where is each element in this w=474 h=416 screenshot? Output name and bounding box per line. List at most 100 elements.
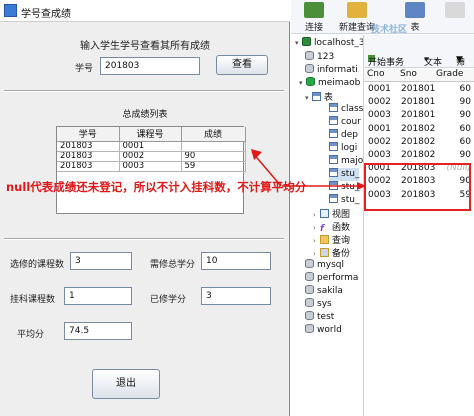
window-title: 学号查成绩 xyxy=(21,9,71,20)
student-id-input[interactable]: 201803 xyxy=(100,57,200,75)
table-row[interactable]: 201803 0001 xyxy=(57,141,246,152)
grid-cell[interactable]: 201802 xyxy=(401,150,435,163)
table-row[interactable]: 201803 0003 59 xyxy=(57,161,246,172)
tree-node-db[interactable]: world xyxy=(305,324,342,337)
tree-node-table[interactable]: stu_ xyxy=(329,181,359,194)
grade-query-window: 学号查成绩 输入学生学号查看其所有成绩 学号 201803 查看 总成绩列表 学… xyxy=(0,0,290,416)
grid-cell[interactable]: 60 xyxy=(433,124,471,137)
table-icon xyxy=(329,155,338,164)
tree-node-table[interactable]: majo xyxy=(329,155,363,168)
grades-table-scrollpane[interactable]: 学号 课程号 成绩 201803 0001 201803 0002 90 201… xyxy=(56,126,246,214)
grades-title: 总成绩列表 xyxy=(122,110,168,120)
new-query-icon xyxy=(347,2,367,18)
tree-node-db[interactable]: 123 xyxy=(305,51,334,64)
grid-col-grade[interactable]: Grade xyxy=(433,69,474,82)
required-credits-label: 需修总学分 xyxy=(150,260,196,270)
tree-node-tables-folder[interactable]: ▾ 表 xyxy=(305,90,333,103)
failed-count-field[interactable]: 1 xyxy=(64,287,132,305)
connect-button[interactable]: 连接 xyxy=(299,2,329,33)
grid-cell[interactable]: 201801 xyxy=(401,97,435,110)
table-cell[interactable]: 0002 xyxy=(119,151,182,162)
grid-col-cno[interactable]: Cno xyxy=(364,69,397,82)
separator xyxy=(4,90,284,92)
instruction-label: 输入学生学号查看其所有成绩 xyxy=(80,41,210,52)
exit-button[interactable]: 退出 xyxy=(92,369,160,399)
table-cell[interactable]: 0003 xyxy=(119,161,182,172)
navicat-toolbar: 连接 新建查询 表 技术社区 xyxy=(291,0,474,35)
table-cell[interactable] xyxy=(181,141,246,152)
table-cell[interactable]: 59 xyxy=(181,161,246,172)
tree-node-queries[interactable]: › 查询 xyxy=(313,233,350,246)
grid-col-sno[interactable]: Sno xyxy=(397,69,433,82)
table-cell[interactable]: 201803 xyxy=(57,151,120,162)
tree-node-table[interactable]: dep xyxy=(329,129,358,142)
grid-cell[interactable]: 90 xyxy=(433,110,471,123)
query-folder-icon xyxy=(320,235,329,244)
view-icon xyxy=(445,2,465,18)
tree-node-backup[interactable]: › 备份 xyxy=(313,246,350,259)
tree-node-db[interactable]: informati xyxy=(305,64,358,77)
connection-tree[interactable]: ▾ localhost_3 123 informati ▾ meimaob ▾ 表 c… xyxy=(291,35,365,416)
tables-folder-icon xyxy=(312,92,321,101)
grid-cell[interactable]: 0002 xyxy=(368,137,397,150)
window-titlebar[interactable]: 学号查成绩 xyxy=(0,0,290,22)
grid-cell[interactable]: 0001 xyxy=(368,84,397,97)
plug-icon xyxy=(304,2,324,18)
table-cell[interactable]: 0001 xyxy=(119,141,182,152)
tree-node-table[interactable]: logi xyxy=(329,142,357,155)
watermark: 技术社区 xyxy=(371,25,408,35)
grid-cell[interactable]: 201802 xyxy=(401,124,435,137)
grades-col-grade[interactable]: 成绩 xyxy=(181,127,246,142)
average-field[interactable]: 74.5 xyxy=(64,322,132,340)
chevron-down-icon: ▾ xyxy=(424,55,429,65)
tree-node-functions[interactable]: › f 函数 xyxy=(313,220,350,234)
table-cell[interactable]: 201803 xyxy=(57,141,120,152)
grades-col-cno[interactable]: 课程号 xyxy=(119,127,182,142)
table-icon xyxy=(405,2,425,18)
tree-node-table[interactable]: class xyxy=(329,103,363,116)
views-folder-icon xyxy=(320,209,329,218)
grid-cell[interactable]: 60 xyxy=(433,137,471,150)
database-icon xyxy=(305,64,314,73)
table-cell[interactable]: 90 xyxy=(181,151,246,162)
table-cell[interactable]: 201803 xyxy=(57,161,120,172)
tree-node-table[interactable]: stu_ xyxy=(329,194,359,207)
tree-node-db[interactable]: sys xyxy=(305,298,332,311)
tree-node-db[interactable]: test xyxy=(305,311,334,324)
table-row[interactable]: 201803 0002 90 xyxy=(57,151,246,162)
table-icon xyxy=(329,142,338,151)
grid-cell[interactable]: 0002 xyxy=(368,97,397,110)
grades-col-sno[interactable]: 学号 xyxy=(57,127,120,142)
grid-cell[interactable]: 0003 xyxy=(368,110,397,123)
grid-cell[interactable]: 90 xyxy=(433,150,471,163)
grid-cell[interactable]: 201801 xyxy=(401,84,435,97)
query-button[interactable]: 查看 xyxy=(216,55,268,75)
grid-cell[interactable]: 201802 xyxy=(401,137,435,150)
tree-node-meimaob[interactable]: ▾ meimaob xyxy=(299,77,360,90)
grid-toolbar: 开始事务 文本 ▾ ▼ 筛 xyxy=(364,35,474,68)
java-app-icon xyxy=(4,4,17,17)
database-icon xyxy=(305,51,314,60)
views-toolbar-button[interactable] xyxy=(441,2,469,20)
grid-cell[interactable]: 90 xyxy=(433,97,471,110)
grid-cell[interactable]: 0003 xyxy=(368,150,397,163)
new-query-label: 新建查询 xyxy=(338,23,375,33)
failed-count-label: 挂科课程数 xyxy=(10,295,56,305)
tree-node-table[interactable]: cour xyxy=(329,116,361,129)
table-icon xyxy=(329,194,338,203)
tree-node-views[interactable]: › 视图 xyxy=(313,207,350,220)
grid-cell[interactable]: 0001 xyxy=(368,124,397,137)
tree-node-localhost[interactable]: ▾ localhost_3 xyxy=(295,37,365,50)
table-icon xyxy=(329,116,338,125)
elective-count-field[interactable]: 3 xyxy=(70,252,132,270)
tree-node-table-selected[interactable]: stu_ xyxy=(329,168,360,181)
grid-cell[interactable]: 201801 xyxy=(401,110,435,123)
required-credits-field[interactable]: 10 xyxy=(201,252,271,270)
tree-node-db[interactable]: performa xyxy=(305,272,358,285)
grades-table[interactable]: 学号 课程号 成绩 201803 0001 201803 0002 90 201… xyxy=(57,127,246,172)
tree-node-db[interactable]: mysql xyxy=(305,259,344,272)
data-grid-panel: 开始事务 文本 ▾ ▼ 筛 Cno Sno Grade 0001 201801 60 0… xyxy=(363,35,474,416)
tree-node-db[interactable]: sakila xyxy=(305,285,343,298)
grid-cell[interactable]: 60 xyxy=(433,84,471,97)
earned-credits-field[interactable]: 3 xyxy=(201,287,271,305)
